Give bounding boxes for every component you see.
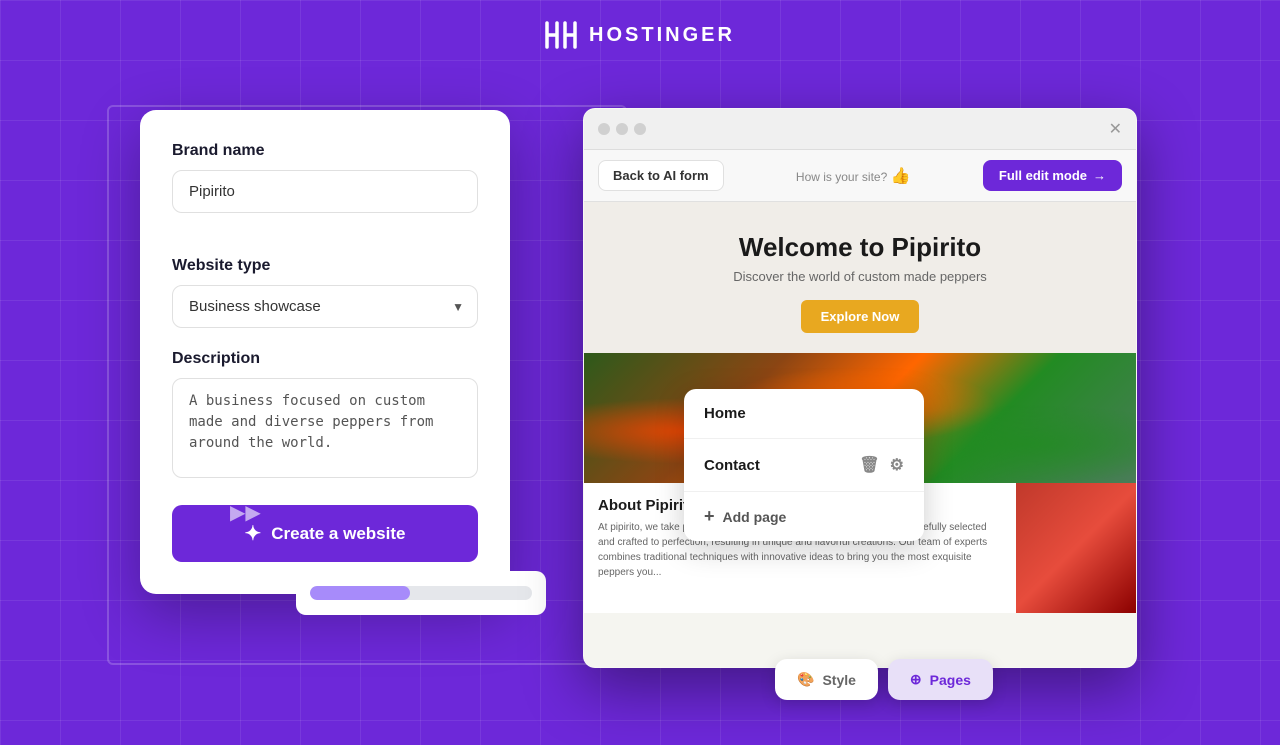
website-type-group: Website type Business showcase E-commerc… xyxy=(172,257,478,328)
add-page-button[interactable]: + Add page xyxy=(684,492,924,541)
description-group: Description A business focused on custom… xyxy=(172,350,478,483)
website-type-select-wrapper: Business showcase E-commerce Blog Portfo… xyxy=(172,285,478,328)
brand-name-input[interactable] xyxy=(172,170,478,213)
trash-icon[interactable]: 🗑 xyxy=(859,455,879,475)
how-is-site-text: How is your site? 👍 xyxy=(734,166,973,186)
nav-item-contact[interactable]: Contact 🗑 ⚙ xyxy=(684,439,924,492)
full-edit-mode-button[interactable]: Full edit mode → xyxy=(983,160,1122,191)
forward-arrows-icon: ▶▶ xyxy=(230,500,261,525)
progress-area xyxy=(296,571,546,615)
arrow-right-icon: → xyxy=(1093,168,1106,183)
progress-bar-fill xyxy=(310,586,410,600)
style-tab-icon: 🎨 xyxy=(797,671,814,688)
logo-text: HOSTINGER xyxy=(589,24,735,47)
thumbs-up-icon: 👍 xyxy=(891,168,911,185)
hero-section: Welcome to Pipirito Discover the world o… xyxy=(584,202,1136,353)
nav-item-actions: 🗑 ⚙ xyxy=(859,455,904,475)
browser-window: ✕ Back to AI form How is your site? 👍 Fu… xyxy=(583,108,1137,668)
gear-icon[interactable]: ⚙ xyxy=(890,455,904,475)
description-textarea[interactable]: A business focused on custom made and di… xyxy=(172,378,478,478)
style-tab-button[interactable]: 🎨 Style xyxy=(775,659,878,700)
pages-tab-icon: ⊕ xyxy=(910,671,922,688)
brand-name-label: Brand name xyxy=(172,142,478,160)
nav-dropdown-menu: Home Contact 🗑 ⚙ + Add page xyxy=(684,389,924,541)
create-website-button[interactable]: ✦ Create a website xyxy=(172,505,478,562)
create-btn-label: Create a website xyxy=(271,524,405,544)
dot-3 xyxy=(634,123,646,135)
dot-1 xyxy=(598,123,610,135)
browser-chrome: ✕ xyxy=(584,109,1136,150)
hostinger-logo-icon xyxy=(545,21,581,49)
logo-container: HOSTINGER xyxy=(545,21,735,49)
nav-item-home[interactable]: Home xyxy=(684,389,924,439)
browser-toolbar: Back to AI form How is your site? 👍 Full… xyxy=(584,150,1136,202)
about-image xyxy=(1016,483,1136,613)
back-to-ai-button[interactable]: Back to AI form xyxy=(598,160,724,191)
browser-dots xyxy=(598,123,646,135)
plus-icon: + xyxy=(704,506,715,527)
bottom-tabs: 🎨 Style ⊕ Pages xyxy=(775,659,993,700)
site-preview: Welcome to Pipirito Discover the world o… xyxy=(584,202,1136,668)
pages-tab-button[interactable]: ⊕ Pages xyxy=(888,659,993,700)
progress-bar-background xyxy=(310,586,532,600)
website-type-select[interactable]: Business showcase E-commerce Blog Portfo… xyxy=(172,285,478,328)
form-panel: Brand name Website type Business showcas… xyxy=(140,110,510,594)
brand-name-group: Brand name xyxy=(172,142,478,235)
dot-2 xyxy=(616,123,628,135)
explore-now-button[interactable]: Explore Now xyxy=(801,300,920,333)
hero-title: Welcome to Pipirito xyxy=(604,232,1116,263)
header: HOSTINGER xyxy=(0,0,1280,70)
description-label: Description xyxy=(172,350,478,368)
close-icon[interactable]: ✕ xyxy=(1109,119,1122,139)
hero-subtitle: Discover the world of custom made pepper… xyxy=(604,269,1116,284)
website-type-label: Website type xyxy=(172,257,478,275)
